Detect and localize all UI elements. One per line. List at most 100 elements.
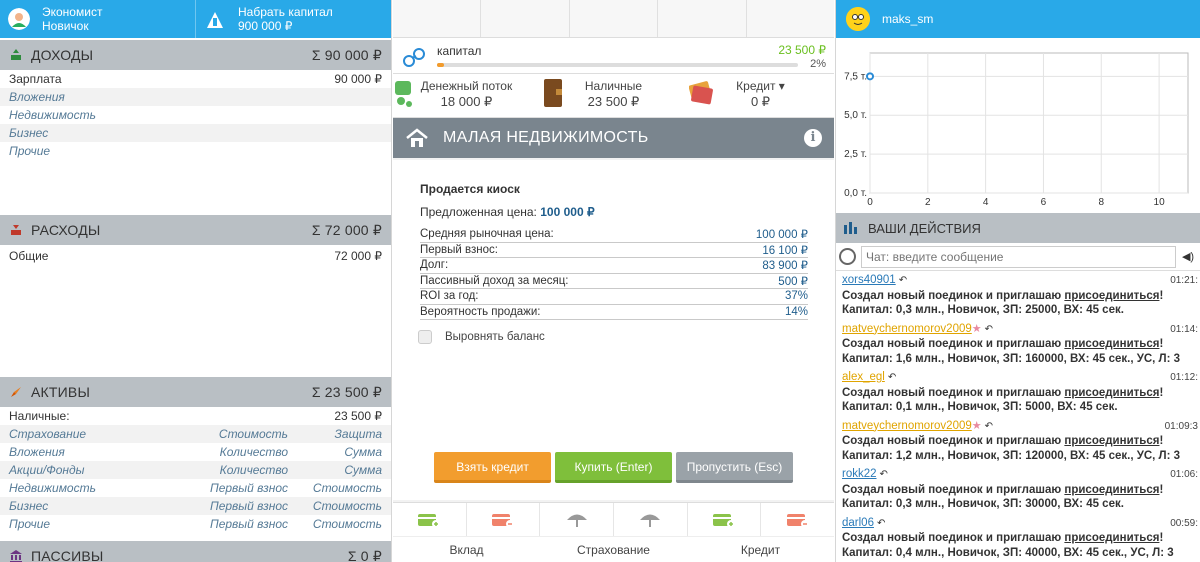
liabilities-header[interactable]: ПАССИВЫ Σ 0 ₽ — [0, 541, 391, 562]
join-link[interactable]: присоединиться — [1064, 290, 1159, 302]
row-label: Акции/Фонды — [9, 463, 85, 477]
take-credit-button[interactable]: Взять кредит — [434, 452, 551, 483]
reply-icon[interactable]: ↶ — [888, 372, 896, 383]
chat-username[interactable]: xors40901 — [842, 274, 896, 286]
chat-time: 01:09:3 — [1164, 420, 1198, 432]
chat-username[interactable]: darl06 — [842, 517, 874, 529]
tab[interactable] — [657, 0, 745, 37]
join-link[interactable]: присоединиться — [1064, 435, 1159, 447]
expenses-icon — [11, 225, 21, 235]
table-row: Долг: 83 900 ₽ — [420, 258, 808, 274]
list-item[interactable]: Вложения Количество Сумма — [0, 443, 391, 461]
chat-text-part: Создал новый поединок и приглашаю — [842, 435, 1065, 447]
chat-message: matveychernomorov2009★ ↶ 01:14: Создал новы… — [836, 320, 1200, 369]
x-tick-label: 2 — [925, 197, 931, 208]
chat-time: 00:59: — [1170, 517, 1198, 529]
capital-progress — [437, 63, 798, 67]
chat-time: 01:21: — [1170, 275, 1198, 286]
list-item[interactable]: Прочие Первый взнос Стоимость — [0, 515, 391, 533]
list-item[interactable]: Недвижимость — [0, 106, 391, 124]
tab[interactable] — [480, 0, 568, 37]
reply-icon[interactable]: ↶ — [899, 275, 907, 286]
row-col3: Стоимость — [312, 481, 382, 495]
row-label: Недвижимость — [9, 108, 96, 122]
social-panel: maks_sm 0 2 4 6 8 10 0,0 т. 2,5 т. 5,0 т. 7,5 т. … — [835, 0, 1200, 562]
cashflow-box: Денежный поток 18 000 ₽ — [393, 74, 540, 117]
join-link[interactable]: присоединиться — [1064, 484, 1159, 496]
list-item[interactable]: Прочие — [0, 142, 391, 160]
smile-icon[interactable] — [839, 248, 856, 265]
row-label: Зарплата — [9, 72, 62, 86]
income-header[interactable]: ДОХОДЫ Σ 90 000 ₽ — [0, 40, 391, 70]
liabilities-sum: Σ 0 ₽ — [347, 547, 382, 562]
list-item[interactable]: Страхование Стоимость Защита — [0, 425, 391, 443]
list-item[interactable]: Недвижимость Первый взнос Стоимость — [0, 479, 391, 497]
row-value: 500 ₽ — [778, 275, 808, 288]
goal-title: Набрать капитал — [238, 5, 333, 19]
umbrella-icon — [640, 514, 661, 527]
deal-table: Средняя рыночная цена: 100 000 ₽ Первый в… — [420, 227, 808, 320]
join-link[interactable]: присоединиться — [1064, 387, 1159, 399]
goal-button[interactable]: Набрать капитал 900 000 ₽ — [195, 0, 391, 38]
avatar-icon — [8, 8, 30, 30]
balance-checkbox[interactable]: Выровнять баланс — [418, 330, 545, 344]
credit-box[interactable]: Кредит ▾ 0 ₽ — [687, 74, 834, 117]
list-item[interactable]: Бизнес — [0, 124, 391, 142]
chat-text: Создал новый поединок и приглашаю присое… — [842, 386, 1194, 401]
capital-progress-fill — [437, 63, 445, 67]
chat-text-part: Создал новый поединок и приглашаю — [842, 289, 1065, 302]
capital-percent: 2% — [810, 58, 826, 70]
buy-button[interactable]: Купить (Enter) — [555, 452, 672, 483]
tab[interactable] — [745, 0, 834, 37]
tab[interactable] — [393, 0, 480, 37]
list-item[interactable]: Вложения — [0, 88, 391, 106]
chat-username[interactable]: matveychernomorov2009 — [842, 420, 972, 432]
reply-icon[interactable]: ↶ — [985, 421, 993, 432]
profile-button[interactable]: Экономист Новичок — [0, 0, 195, 38]
expenses-header[interactable]: РАСХОДЫ Σ 72 000 ₽ — [0, 215, 391, 245]
list-item[interactable]: Бизнес Первый взнос Стоимость — [0, 497, 391, 515]
deposit-remove-button[interactable] — [465, 503, 540, 536]
chat-text-part: ! — [1159, 483, 1164, 496]
info-icon[interactable]: i — [804, 129, 822, 147]
join-link[interactable]: присоединиться — [1064, 338, 1159, 350]
chat-username[interactable]: alex_egl — [842, 371, 885, 383]
liabilities-title: ПАССИВЫ — [31, 548, 104, 562]
reply-icon[interactable]: ↶ — [877, 518, 885, 529]
home-icon — [406, 128, 428, 147]
chat-username[interactable]: rokk22 — [842, 468, 877, 480]
star-icon: ★ — [971, 322, 982, 335]
credit-remove-button[interactable] — [760, 503, 834, 536]
chat-text-part: ! — [1159, 435, 1164, 447]
chat-details: Капитал: 1,2 млн., Новичок, ЗП: 120000, … — [842, 449, 1181, 462]
row-value: 37% — [784, 290, 808, 303]
assets-header[interactable]: АКТИВЫ Σ 23 500 ₽ — [0, 377, 391, 407]
table-row: Первый взнос: 16 100 ₽ — [420, 243, 808, 258]
x-tick-label: 8 — [1098, 197, 1104, 208]
row-value: 14% — [784, 305, 808, 318]
speaker-icon[interactable]: ◀) — [1176, 250, 1200, 263]
credit-card-icon — [689, 81, 713, 105]
chat-username[interactable]: matveychernomorov2009 — [842, 323, 972, 335]
checkbox-box[interactable] — [418, 330, 432, 344]
deposit-add-button[interactable] — [393, 503, 466, 536]
credit-add-button[interactable] — [686, 503, 761, 536]
reply-icon[interactable]: ↶ — [985, 324, 993, 335]
star-icon: ★ — [971, 419, 982, 432]
tab[interactable] — [568, 0, 657, 37]
table-row: Вероятность продажи: 14% — [420, 305, 808, 320]
reply-icon[interactable]: ↶ — [880, 469, 888, 480]
skip-button[interactable]: Пропустить (Esc) — [676, 452, 793, 483]
expenses-title: РАСХОДЫ — [31, 222, 101, 238]
chat-text-part: ! — [1159, 386, 1164, 399]
chat-input[interactable] — [861, 245, 1176, 268]
join-link[interactable]: присоединиться — [1064, 532, 1159, 544]
capital-icon — [403, 48, 425, 67]
insurance-add-button[interactable] — [539, 503, 613, 536]
row-value: 83 900 ₽ — [762, 260, 808, 273]
income-title: ДОХОДЫ — [31, 47, 94, 63]
insurance-remove-button[interactable] — [613, 503, 687, 536]
user-bar[interactable]: maks_sm — [836, 0, 1200, 38]
card-minus-icon — [492, 513, 514, 528]
list-item[interactable]: Акции/Фонды Количество Сумма — [0, 461, 391, 479]
